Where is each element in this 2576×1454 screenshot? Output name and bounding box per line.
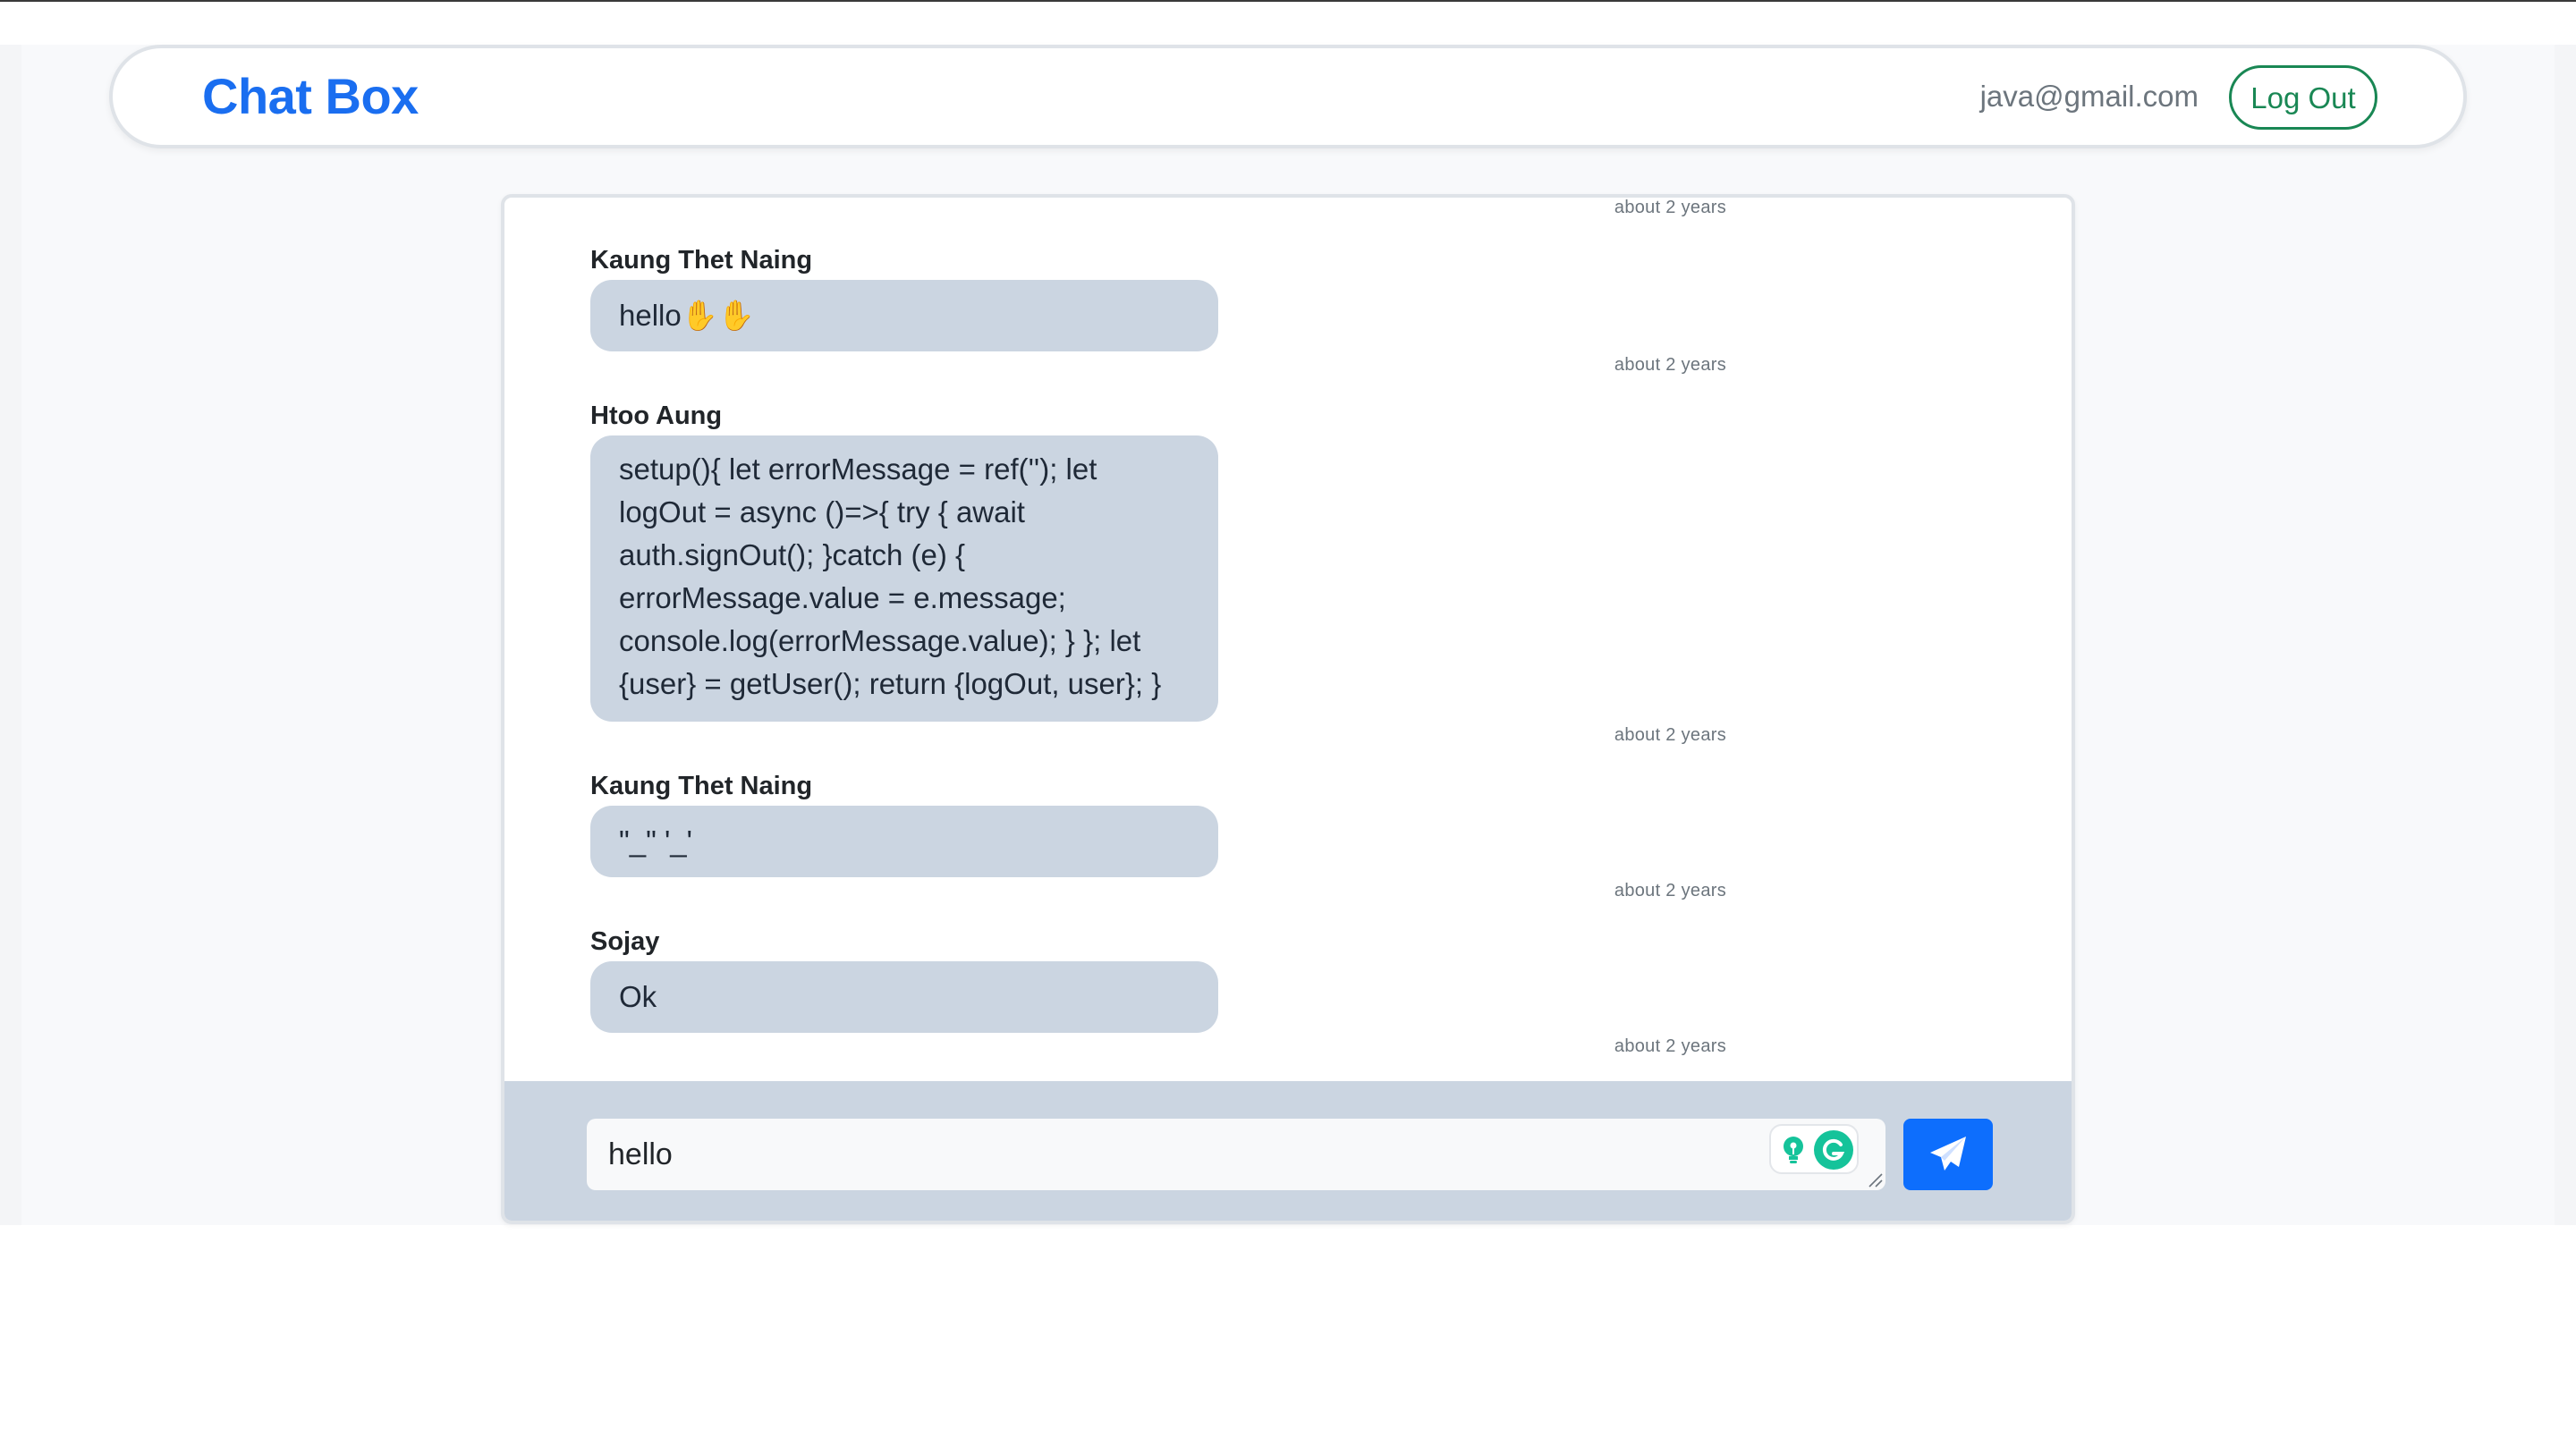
page-edge-right	[2555, 45, 2576, 1225]
brand-title[interactable]: Chat Box	[202, 48, 419, 145]
message-timestamp: about 2 years	[1614, 881, 1726, 900]
message-sender: Htoo Aung	[590, 402, 723, 430]
message-sender: Kaung Thet Naing	[590, 246, 813, 275]
chat-window: about 2 years Kaung Thet Naing hello✋✋ a…	[501, 194, 2075, 1224]
message-timestamp: about 2 years	[1614, 725, 1726, 745]
message-bubble: setup(){ let errorMessage = ref(''); let…	[590, 435, 1218, 722]
user-email: java@gmail.com	[1979, 80, 2199, 113]
paper-plane-icon	[1930, 1137, 1966, 1171]
message-bubble: "_" '_'	[590, 806, 1218, 877]
resize-handle-icon[interactable]	[1868, 1172, 1884, 1188]
logout-button[interactable]: Log Out	[2229, 65, 2377, 130]
message-sender: Sojay	[590, 927, 660, 956]
grammarly-icon[interactable]	[1814, 1130, 1853, 1170]
message-timestamp: about 2 years	[1614, 198, 1726, 217]
message-list[interactable]: about 2 years Kaung Thet Naing hello✋✋ a…	[504, 198, 2072, 1088]
message-input[interactable]: hello	[587, 1119, 1885, 1190]
message-timestamp: about 2 years	[1614, 1036, 1726, 1056]
message-sender: Kaung Thet Naing	[590, 772, 813, 800]
window-top-border	[0, 0, 2576, 2]
page-edge-left	[0, 45, 21, 1225]
lightbulb-icon[interactable]	[1780, 1135, 1807, 1165]
send-button[interactable]	[1903, 1119, 1993, 1190]
message-bubble: hello✋✋	[590, 280, 1218, 351]
navbar: Chat Box java@gmail.com Log Out	[109, 45, 2467, 148]
grammarly-widget[interactable]	[1769, 1124, 1859, 1174]
message-bubble: Ok	[590, 961, 1218, 1033]
message-composer: hello	[504, 1081, 2072, 1221]
message-timestamp: about 2 years	[1614, 355, 1726, 375]
